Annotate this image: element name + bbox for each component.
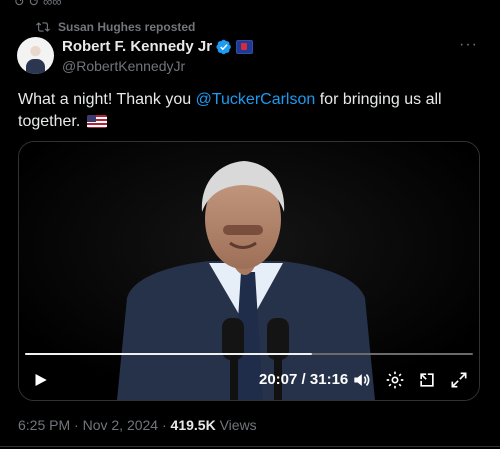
views-label: Views: [215, 417, 257, 433]
repost-indicator[interactable]: Susan Hughes reposted: [36, 20, 195, 34]
repost-icon: [36, 22, 50, 32]
play-icon[interactable]: [31, 371, 49, 389]
fullscreen-icon[interactable]: [449, 370, 469, 390]
more-options-button[interactable]: ···: [459, 36, 478, 54]
avatar[interactable]: [17, 37, 54, 74]
tweet-time[interactable]: 6:25 PM: [18, 417, 70, 433]
author-name-row: Robert F. Kennedy Jr: [62, 38, 254, 55]
tweet-date[interactable]: Nov 2, 2024: [83, 417, 159, 433]
video-frame-image: [19, 142, 479, 400]
divider: [0, 446, 500, 447]
repost-label: Susan Hughes reposted: [58, 20, 196, 34]
video-player[interactable]: 20:07 / 31:16: [18, 141, 480, 401]
meta-separator: ·: [158, 417, 171, 433]
picture-in-picture-icon[interactable]: [417, 370, 437, 390]
settings-gear-icon[interactable]: [385, 370, 405, 390]
views-count: 419.5K: [170, 417, 216, 433]
tweet-metadata: 6:25 PM · Nov 2, 2024 · 419.5K Views: [18, 417, 257, 433]
us-flag-emoji-icon: [86, 115, 107, 128]
video-time-display: 20:07 / 31:16: [259, 371, 348, 388]
video-progress-fill: [25, 353, 312, 355]
video-controls: 20:07 / 31:16: [19, 366, 479, 394]
author-name[interactable]: Robert F. Kennedy Jr: [62, 38, 212, 55]
tweet-text-start: What a night! Thank you: [18, 91, 196, 108]
tweet-text: What a night! Thank you @TuckerCarlson f…: [18, 89, 470, 133]
verified-badge-icon: [216, 39, 231, 54]
meta-separator: ·: [70, 417, 83, 433]
affiliation-badge-icon[interactable]: [236, 39, 254, 54]
time-separator: /: [297, 371, 310, 388]
mention-link[interactable]: @TuckerCarlson: [196, 91, 316, 108]
current-time: 20:07: [259, 371, 298, 388]
previous-tweet-actions-partial: ↺ ↺ ∞∞: [14, 0, 62, 9]
duration: 31:16: [309, 371, 349, 388]
video-progress-bar[interactable]: [25, 353, 473, 355]
volume-icon[interactable]: [351, 370, 371, 390]
author-handle[interactable]: @RobertKennedyJr: [62, 58, 185, 74]
